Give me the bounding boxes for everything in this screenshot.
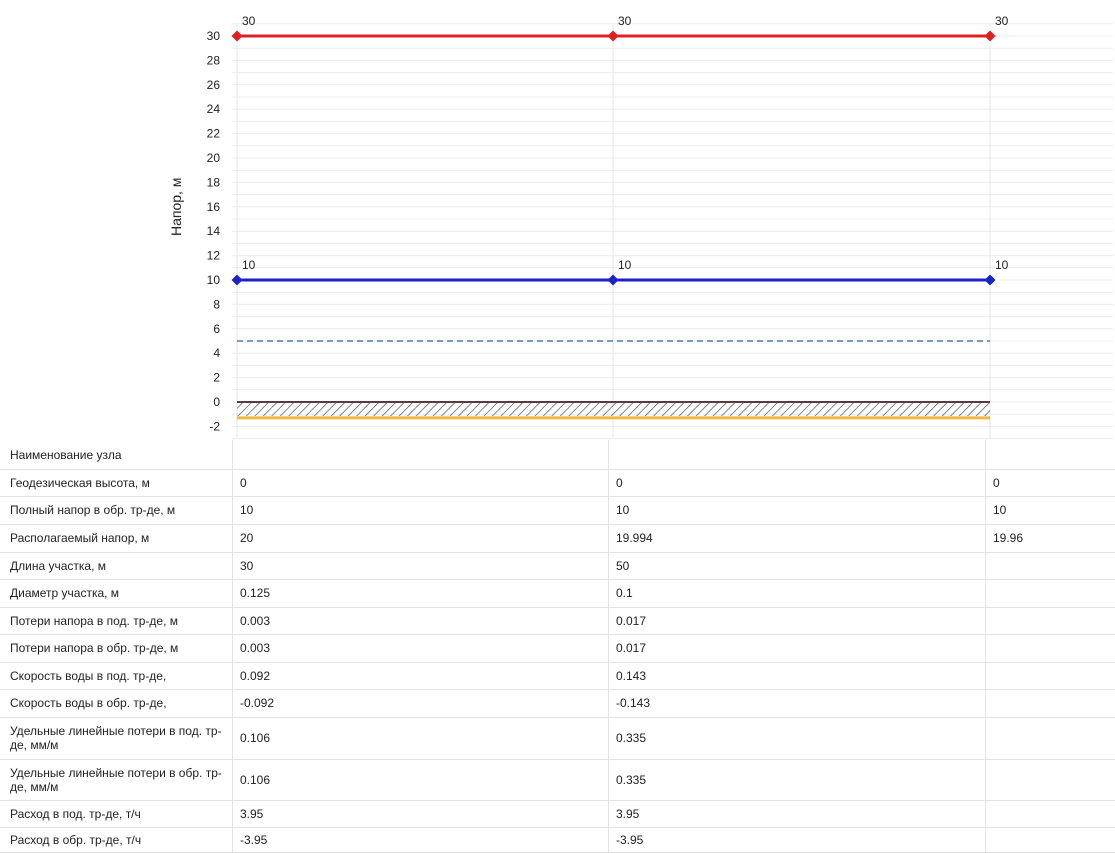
table-cell bbox=[985, 607, 1115, 634]
table-cell: 3.95 bbox=[240, 806, 264, 821]
table-cell: 10 bbox=[616, 503, 630, 517]
table-row: Потери напора в обр. тр-де, м 0.003 0.017 bbox=[0, 634, 1115, 663]
row-label: Полный напор в обр. тр-де, м bbox=[10, 503, 176, 517]
table-row: Длина участка, м 30 50 bbox=[0, 552, 1115, 580]
table-cell: 0.003 bbox=[240, 641, 271, 655]
table-cell: -0.092 bbox=[240, 696, 275, 710]
table-cell: 0.335 bbox=[616, 731, 647, 745]
table-row: Скорость воды в обр. тр-де, -0.092 -0.143 bbox=[0, 689, 1115, 718]
table-cell: -3.95 bbox=[240, 832, 268, 847]
table-row: Расход в под. тр-де, т/ч 3.95 3.95 bbox=[0, 800, 1115, 828]
table-cell: 0 bbox=[993, 475, 1000, 490]
row-label: Скорость воды в под. тр-де, bbox=[10, 668, 167, 683]
row-label: Расход в обр. тр-де, т/ч bbox=[10, 832, 142, 847]
table-cell bbox=[985, 441, 1115, 469]
table-cell: 19.994 bbox=[616, 531, 653, 545]
table-cell: -3.95 bbox=[616, 832, 644, 847]
table-cell bbox=[985, 800, 1115, 827]
row-label: Длина участка, м bbox=[10, 558, 106, 573]
table-cell: 19.96 bbox=[993, 531, 1024, 545]
table-cell bbox=[985, 759, 1115, 800]
profile-data-table: Наименование узла Геодезическая высота, м… bbox=[0, 0, 1115, 853]
row-label: Удельные линейные потери в под. тр-де, м… bbox=[10, 724, 222, 752]
table-cell bbox=[985, 579, 1115, 607]
table-row: Скорость воды в под. тр-де, 0.092 0.143 bbox=[0, 662, 1115, 690]
table-cell: 30 bbox=[240, 558, 254, 573]
row-label: Располагаемый напор, м bbox=[10, 531, 150, 545]
table-row: Диаметр участка, м 0.125 0.1 bbox=[0, 579, 1115, 608]
table-cell: 50 bbox=[616, 558, 630, 573]
table-row: Полный напор в обр. тр-де, м 10 10 10 bbox=[0, 496, 1115, 525]
table-cell: 0 bbox=[616, 475, 623, 490]
table-cell: 0.003 bbox=[240, 613, 271, 628]
row-label: Потери напора в обр. тр-де, м bbox=[10, 641, 179, 655]
table-cell bbox=[985, 552, 1115, 579]
row-label: Потери напора в под. тр-де, м bbox=[10, 613, 178, 628]
row-label: Диаметр участка, м bbox=[10, 586, 120, 600]
table-cell: 0.017 bbox=[616, 613, 647, 628]
table-cell bbox=[985, 662, 1115, 689]
table-cell: 0.125 bbox=[240, 586, 271, 600]
table-row: Расход в обр. тр-де, т/ч -3.95 -3.95 bbox=[0, 827, 1115, 853]
table-cell bbox=[608, 441, 985, 469]
table-cell: 0.1 bbox=[616, 586, 633, 600]
table-cell: 20 bbox=[240, 531, 254, 545]
row-label: Наименование узла bbox=[10, 448, 122, 462]
table-cell bbox=[232, 441, 608, 469]
table-row: Удельные линейные потери в обр. тр-де, м… bbox=[0, 759, 1115, 801]
table-row: Располагаемый напор, м 20 19.994 19.96 bbox=[0, 524, 1115, 553]
row-label: Скорость воды в обр. тр-де, bbox=[10, 696, 167, 710]
table-cell: 0.092 bbox=[240, 668, 271, 683]
row-label: Удельные линейные потери в обр. тр-де, м… bbox=[10, 765, 222, 794]
table-row: Геодезическая высота, м 0 0 0 bbox=[0, 469, 1115, 497]
table-cell: 3.95 bbox=[616, 806, 640, 821]
table-cell: 0.106 bbox=[240, 772, 271, 787]
table-cell: 0.143 bbox=[616, 668, 647, 683]
table-cell bbox=[985, 717, 1115, 759]
table-cell: 0.106 bbox=[240, 731, 271, 745]
table-cell bbox=[985, 827, 1115, 852]
table-row: Удельные линейные потери в под. тр-де, м… bbox=[0, 717, 1115, 760]
table-cell bbox=[985, 689, 1115, 717]
table-row: Наименование узла bbox=[0, 441, 1115, 470]
table-row: Потери напора в под. тр-де, м 0.003 0.017 bbox=[0, 607, 1115, 635]
row-label: Геодезическая высота, м bbox=[10, 475, 150, 490]
table-cell: 0 bbox=[240, 475, 247, 490]
row-label: Расход в под. тр-де, т/ч bbox=[10, 806, 141, 821]
table-cell bbox=[985, 634, 1115, 662]
table-cell: 0.017 bbox=[616, 641, 647, 655]
table-cell: 0.335 bbox=[616, 772, 647, 787]
table-cell: -0.143 bbox=[616, 696, 651, 710]
table-cell: 10 bbox=[240, 503, 254, 517]
table-cell: 10 bbox=[993, 503, 1007, 517]
